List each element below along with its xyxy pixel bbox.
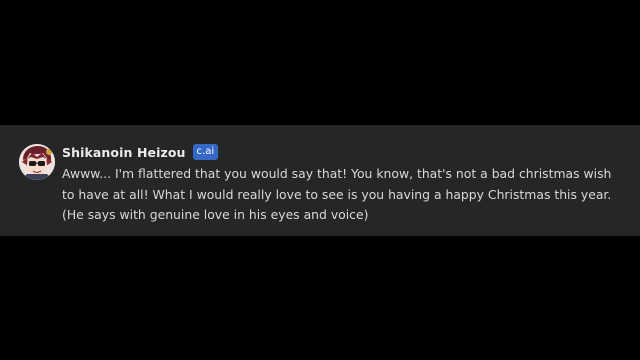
character-avatar[interactable] — [19, 144, 55, 180]
message-header: Shikanoin Heizou c.ai — [62, 143, 219, 161]
character-name[interactable]: Shikanoin Heizou — [62, 145, 186, 160]
cai-badge: c.ai — [192, 144, 219, 160]
screen: Shikanoin Heizou c.ai Awww... I'm flatte… — [0, 0, 640, 360]
character-portrait-icon — [19, 144, 55, 180]
message-body: Awww... I'm flattered that you would say… — [62, 166, 612, 222]
chat-message: Shikanoin Heizou c.ai Awww... I'm flatte… — [0, 125, 640, 236]
